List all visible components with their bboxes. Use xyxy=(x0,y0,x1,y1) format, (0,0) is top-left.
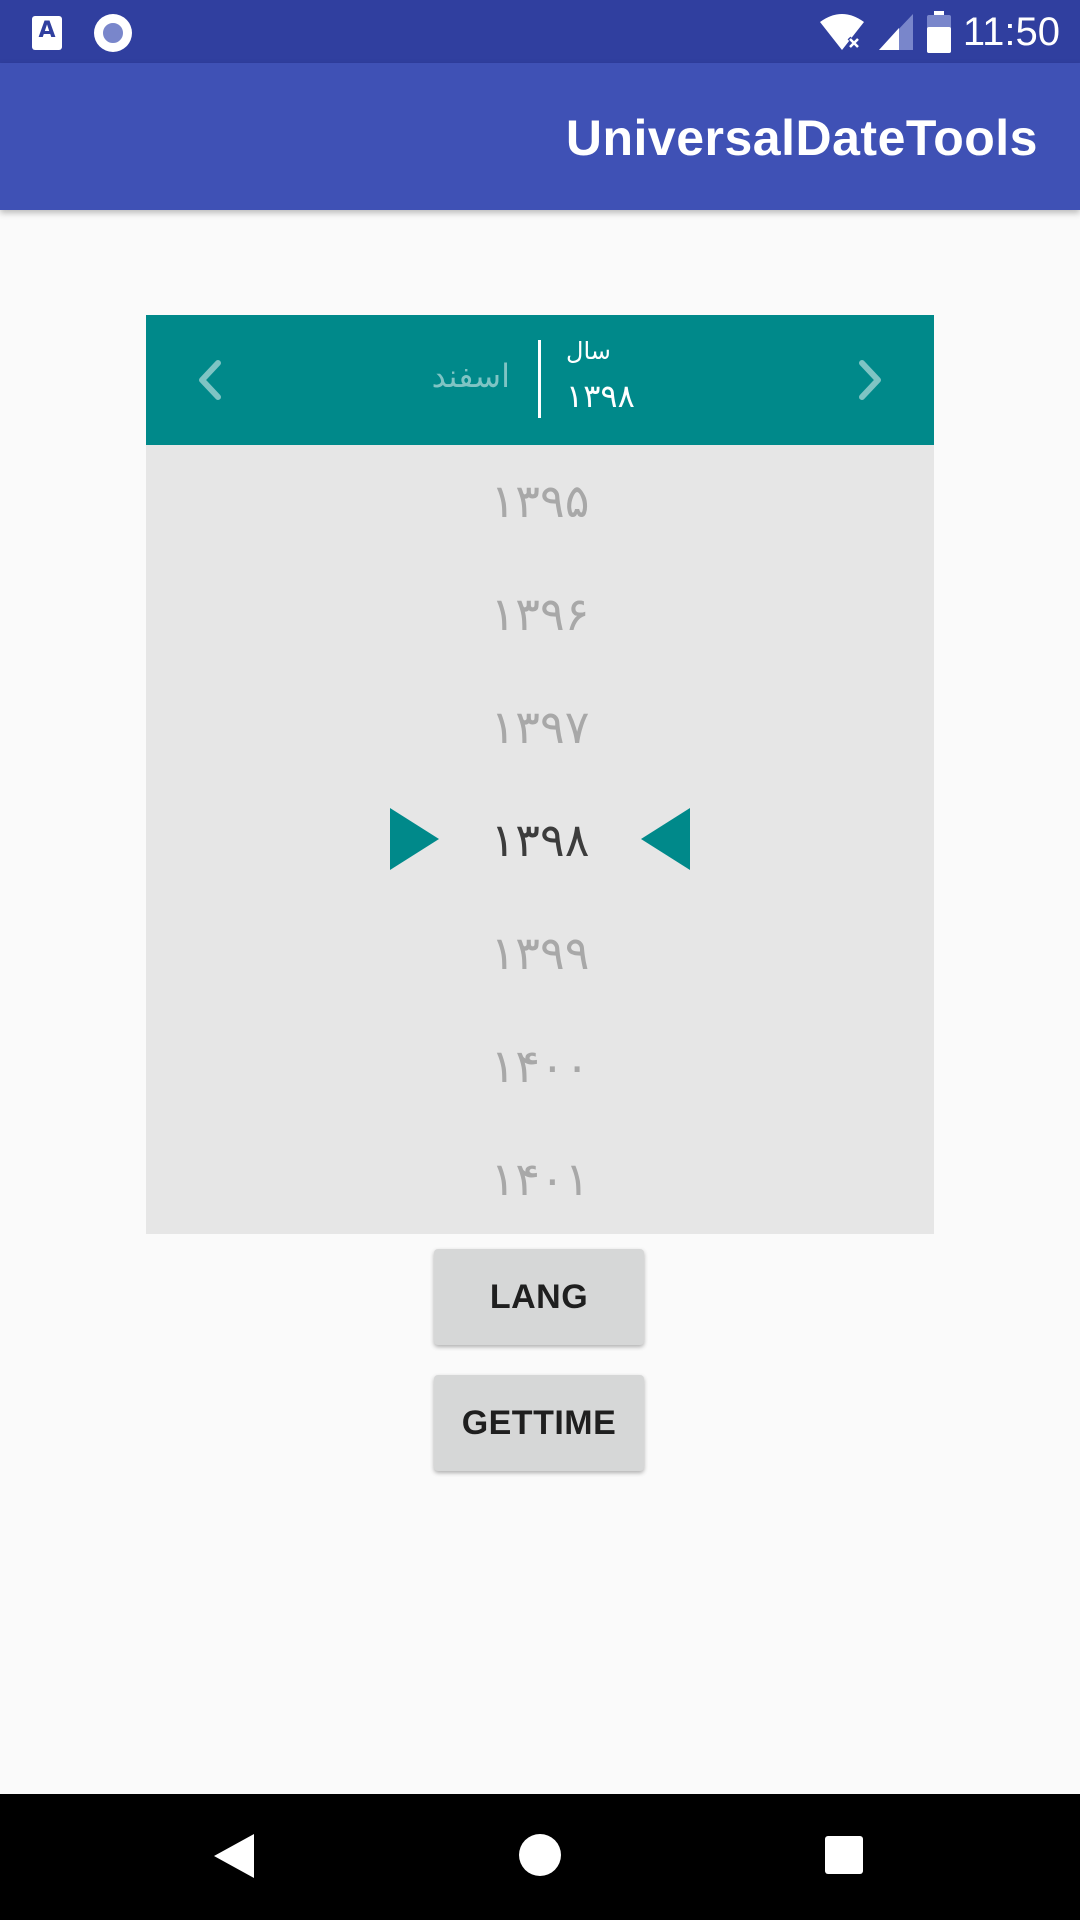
year-item[interactable]: ۱۴۰۱ xyxy=(146,1123,934,1236)
header-year-label: سال xyxy=(566,337,611,365)
wifi-icon xyxy=(819,14,864,50)
circle-notification-icon xyxy=(94,14,132,52)
a-notification-icon: A xyxy=(32,16,62,50)
header-divider xyxy=(538,340,541,418)
chevron-left-icon[interactable] xyxy=(186,353,236,407)
picker-header: اسفند سال ۱۳۹۸ xyxy=(146,315,934,445)
status-time: 11:50 xyxy=(962,9,1060,54)
selection-arrow-right-icon xyxy=(390,808,439,870)
year-item[interactable]: ۱۳۹۶ xyxy=(146,558,934,671)
year-list[interactable]: ۱۳۹۵ ۱۳۹۶ ۱۳۹۷ ۱۳۹۸ ۱۳۹۹ ۱۴۰۰ ۱۴۰۱ xyxy=(146,445,934,1234)
selection-arrow-left-icon xyxy=(641,808,690,870)
year-picker: اسفند سال ۱۳۹۸ ۱۳۹۵ ۱۳۹۶ ۱۳۹۷ ۱۳۹۸ ۱۳۹۹ … xyxy=(146,315,934,1234)
navigation-bar xyxy=(0,1794,1080,1920)
status-system-icons: 11:50 xyxy=(819,8,1060,56)
status-notifications: A xyxy=(32,14,132,52)
signal-icon xyxy=(878,14,913,50)
year-item[interactable]: ۱۳۹۹ xyxy=(146,897,934,1010)
year-item-selected[interactable]: ۱۳۹۸ xyxy=(146,784,934,897)
year-item[interactable]: ۱۴۰۰ xyxy=(146,1010,934,1123)
recent-apps-icon[interactable] xyxy=(825,1836,863,1874)
status-bar: A 11:50 xyxy=(0,0,1080,63)
app-bar: UniversalDateTools xyxy=(0,63,1080,210)
gettime-button[interactable]: GETTIME xyxy=(434,1375,644,1471)
battery-icon xyxy=(926,11,951,53)
header-year-value[interactable]: ۱۳۹۸ xyxy=(566,377,635,415)
header-month[interactable]: اسفند xyxy=(432,357,510,395)
year-item[interactable]: ۱۳۹۵ xyxy=(146,445,934,558)
back-icon[interactable] xyxy=(214,1834,254,1878)
chevron-right-icon[interactable] xyxy=(844,353,894,407)
year-item[interactable]: ۱۳۹۷ xyxy=(146,671,934,784)
lang-button[interactable]: LANG xyxy=(434,1249,644,1345)
home-icon[interactable] xyxy=(519,1834,561,1876)
app-title: UniversalDateTools xyxy=(565,110,1038,166)
